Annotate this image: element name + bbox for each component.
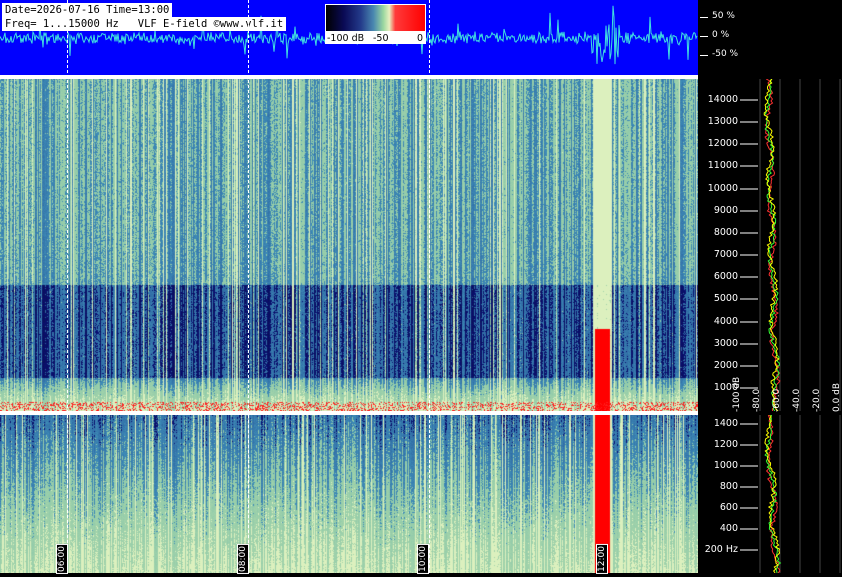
lower-freq-label: 1400 xyxy=(713,418,738,429)
freq-info-label: Freq= 1...15000 Hz VLF E-field ©www.vlf.… xyxy=(2,17,287,31)
time-marker-1000: 10:00 xyxy=(417,544,429,574)
time-gridline xyxy=(248,0,249,573)
colorbar-gradient xyxy=(326,5,425,31)
upper-freq-label: 12000 xyxy=(707,138,738,149)
lower-freq-label: 400 xyxy=(719,523,738,534)
lower-freq-label: 800 xyxy=(719,481,738,492)
amp-tick xyxy=(700,36,708,37)
time-gridline xyxy=(67,0,68,573)
db-axis-label: 0.0 dB xyxy=(832,382,842,412)
spectrogram-upper-canvas xyxy=(0,79,698,411)
upper-freq-label: 4000 xyxy=(713,316,738,327)
date-time-label: Date=2026-07-16 Time=13:00 xyxy=(2,3,173,17)
amp-tick xyxy=(700,55,708,56)
db-axis-label: -20.0 xyxy=(812,388,822,412)
upper-freq-label: 10000 xyxy=(707,183,738,194)
lower-freq-label: 1000 xyxy=(713,460,738,471)
time-gridline xyxy=(429,0,430,573)
spectrogram-lower-canvas xyxy=(0,415,698,573)
db-axis-label: -60.0 xyxy=(772,388,782,412)
amp-label-neg50: -50 % xyxy=(712,49,739,59)
upper-freq-label: 2000 xyxy=(713,360,738,371)
lower-freq-label: 1200 xyxy=(713,439,738,450)
colorbar-label-mid: -50 xyxy=(373,33,389,44)
amp-label-0: 0 % xyxy=(712,30,730,40)
upper-freq-label: 14000 xyxy=(707,94,738,105)
upper-freq-label: 11000 xyxy=(707,160,738,171)
upper-freq-label: 13000 xyxy=(707,116,738,127)
db-axis-label: -40.0 xyxy=(792,388,802,412)
colorbar-label-max: 0 xyxy=(417,33,424,44)
time-marker-0600: 06:00 xyxy=(56,544,68,574)
upper-freq-label: 3000 xyxy=(713,338,738,349)
upper-freq-label: 7000 xyxy=(713,249,738,260)
amp-tick xyxy=(700,17,708,18)
lower-freq-label: 200 Hz xyxy=(704,544,738,555)
lower-freq-label: 600 xyxy=(719,502,738,513)
upper-freq-label: 5000 xyxy=(713,293,738,304)
spectrogram-lower xyxy=(0,415,698,573)
db-axis-label: -100 dB xyxy=(732,376,742,412)
upper-freq-label: 8000 xyxy=(713,227,738,238)
spectrogram-upper xyxy=(0,79,698,411)
time-marker-1200: 12:00 xyxy=(596,544,608,574)
upper-freq-label: 6000 xyxy=(713,271,738,282)
time-marker-0800: 08:00 xyxy=(237,544,249,574)
upper-freq-label: 9000 xyxy=(713,205,738,216)
amp-label-50: 50 % xyxy=(712,11,735,21)
db-axis-label: -80.0 xyxy=(752,388,762,412)
colorbar-label-min: -100 dB xyxy=(327,33,365,44)
colorbar-legend: -100 dB -50 0 xyxy=(325,4,426,44)
